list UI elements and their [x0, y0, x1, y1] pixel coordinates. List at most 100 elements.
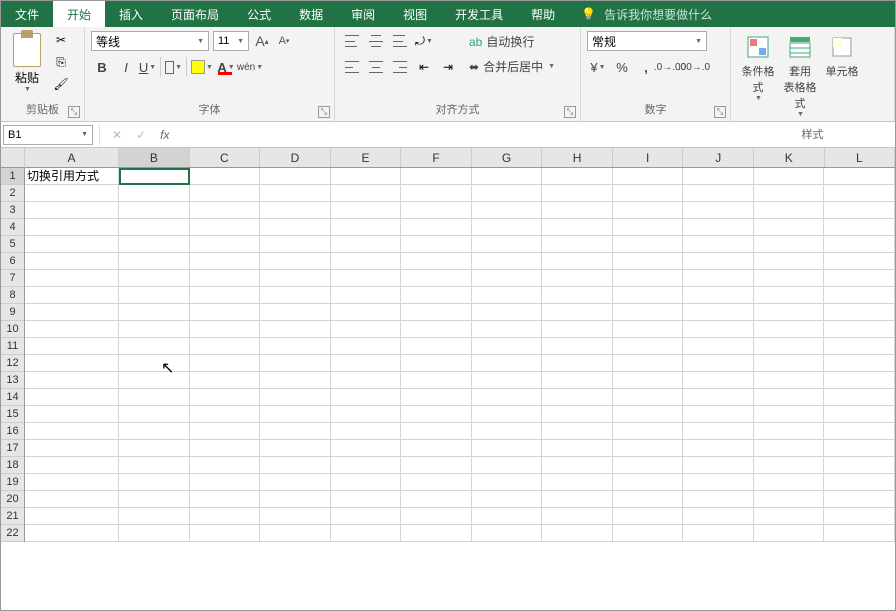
cell-I2[interactable] [613, 185, 684, 202]
col-header-F[interactable]: F [401, 148, 472, 167]
cell-K17[interactable] [754, 440, 825, 457]
cell-C5[interactable] [190, 236, 261, 253]
cell-A4[interactable] [25, 219, 119, 236]
cell-B18[interactable] [119, 457, 190, 474]
cell-I15[interactable] [613, 406, 684, 423]
cell-D15[interactable] [260, 406, 331, 423]
cell-I17[interactable] [613, 440, 684, 457]
row-header-3[interactable]: 3 [1, 202, 24, 219]
cell-L18[interactable] [824, 457, 895, 474]
cell-E8[interactable] [331, 287, 402, 304]
font-name-select[interactable]: 等线▼ [91, 31, 209, 51]
cell-E1[interactable] [331, 168, 402, 185]
cell-F19[interactable] [401, 474, 472, 491]
cell-G15[interactable] [472, 406, 543, 423]
cell-K11[interactable] [754, 338, 825, 355]
cell-F14[interactable] [401, 389, 472, 406]
number-launcher[interactable]: ⤡ [714, 106, 726, 118]
cell-D1[interactable] [260, 168, 331, 185]
cell-K22[interactable] [754, 525, 825, 542]
table-format-button[interactable]: 套用 表格格式▼ [779, 31, 821, 120]
cell-B22[interactable] [119, 525, 190, 542]
align-middle-button[interactable] [365, 31, 387, 51]
cell-H17[interactable] [542, 440, 613, 457]
paste-button[interactable]: 粘贴 ▼ [7, 31, 47, 93]
currency-button[interactable]: ¥▼ [587, 57, 609, 77]
cell-D16[interactable] [260, 423, 331, 440]
cell-L16[interactable] [824, 423, 895, 440]
cell-C21[interactable] [190, 508, 261, 525]
cell-C12[interactable] [190, 355, 261, 372]
cell-J21[interactable] [683, 508, 754, 525]
cell-A21[interactable] [25, 508, 119, 525]
cell-H1[interactable] [542, 168, 613, 185]
cell-H5[interactable] [542, 236, 613, 253]
cell-A18[interactable] [25, 457, 119, 474]
cell-A2[interactable] [25, 185, 119, 202]
cell-G8[interactable] [472, 287, 543, 304]
indent-dec-button[interactable]: ⇤ [413, 57, 435, 77]
fill-color-button[interactable]: ▼ [191, 57, 213, 77]
col-header-G[interactable]: G [472, 148, 543, 167]
cell-A15[interactable] [25, 406, 119, 423]
cell-C17[interactable] [190, 440, 261, 457]
row-header-2[interactable]: 2 [1, 185, 24, 202]
cell-H15[interactable] [542, 406, 613, 423]
cell-A9[interactable] [25, 304, 119, 321]
cell-L13[interactable] [824, 372, 895, 389]
cell-G16[interactable] [472, 423, 543, 440]
cell-F1[interactable] [401, 168, 472, 185]
italic-button[interactable]: I [115, 57, 137, 77]
font-launcher[interactable]: ⤡ [318, 106, 330, 118]
underline-button[interactable]: U▼ [139, 57, 161, 77]
cell-A10[interactable] [25, 321, 119, 338]
cell-L21[interactable] [824, 508, 895, 525]
grow-font-button[interactable]: A▴ [253, 31, 271, 51]
row-header-17[interactable]: 17 [1, 440, 24, 457]
cell-A14[interactable] [25, 389, 119, 406]
row-header-12[interactable]: 12 [1, 355, 24, 372]
row-header-13[interactable]: 13 [1, 372, 24, 389]
cell-F21[interactable] [401, 508, 472, 525]
cell-K9[interactable] [754, 304, 825, 321]
cell-C8[interactable] [190, 287, 261, 304]
row-header-5[interactable]: 5 [1, 236, 24, 253]
cell-D4[interactable] [260, 219, 331, 236]
cell-C3[interactable] [190, 202, 261, 219]
cell-E2[interactable] [331, 185, 402, 202]
cell-B1[interactable] [119, 168, 190, 185]
cell-J9[interactable] [683, 304, 754, 321]
cell-J7[interactable] [683, 270, 754, 287]
cell-B19[interactable] [119, 474, 190, 491]
cell-B9[interactable] [119, 304, 190, 321]
cell-C13[interactable] [190, 372, 261, 389]
cell-D12[interactable] [260, 355, 331, 372]
cell-F6[interactable] [401, 253, 472, 270]
cell-I9[interactable] [613, 304, 684, 321]
cell-G13[interactable] [472, 372, 543, 389]
font-size-select[interactable]: 11▼ [213, 31, 249, 51]
cell-D6[interactable] [260, 253, 331, 270]
cell-G3[interactable] [472, 202, 543, 219]
tab-formula[interactable]: 公式 [233, 1, 285, 27]
cell-D22[interactable] [260, 525, 331, 542]
cell-C11[interactable] [190, 338, 261, 355]
cell-L1[interactable] [824, 168, 895, 185]
tell-me[interactable]: 💡 告诉我你想要做什么 [569, 1, 724, 27]
cell-F12[interactable] [401, 355, 472, 372]
cell-I7[interactable] [613, 270, 684, 287]
cell-K18[interactable] [754, 457, 825, 474]
cell-A6[interactable] [25, 253, 119, 270]
cell-E13[interactable] [331, 372, 402, 389]
cell-K2[interactable] [754, 185, 825, 202]
col-header-I[interactable]: I [613, 148, 684, 167]
cell-C18[interactable] [190, 457, 261, 474]
cell-G17[interactable] [472, 440, 543, 457]
cell-L20[interactable] [824, 491, 895, 508]
cell-H19[interactable] [542, 474, 613, 491]
cell-C22[interactable] [190, 525, 261, 542]
tab-data[interactable]: 数据 [285, 1, 337, 27]
cell-G10[interactable] [472, 321, 543, 338]
cell-B6[interactable] [119, 253, 190, 270]
cell-F11[interactable] [401, 338, 472, 355]
